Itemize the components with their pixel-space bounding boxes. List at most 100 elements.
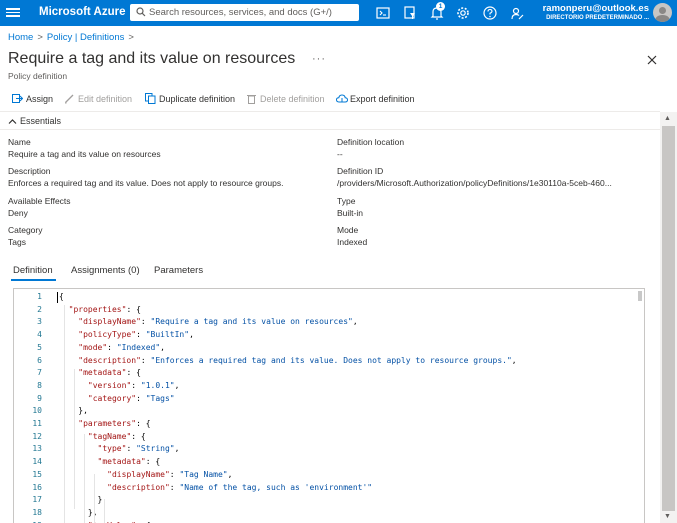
- edit-definition-label: Edit definition: [78, 94, 133, 104]
- more-options-button[interactable]: ···: [312, 53, 326, 65]
- line-number: 3: [37, 317, 42, 327]
- line-number: 16: [32, 482, 42, 492]
- code-line[interactable]: "displayName": "Tag Name",: [59, 470, 232, 479]
- field-label: Available Effects: [8, 196, 71, 206]
- indent-guide: [94, 474, 95, 523]
- page-scrollbar[interactable]: ▲ ▼: [660, 112, 677, 523]
- field-value: Tags: [8, 237, 26, 247]
- assign-icon: [12, 94, 23, 103]
- field-type: Type Built-in: [337, 196, 363, 218]
- user-email[interactable]: ramonperu@outlook.es: [543, 3, 649, 14]
- code-line[interactable]: "type": "String",: [59, 444, 180, 453]
- field-label: Type: [337, 196, 356, 206]
- code-line[interactable]: "parameters": {: [59, 419, 150, 428]
- top-bar: Microsoft Azure Search resources, servic…: [0, 0, 677, 26]
- line-number: 2: [37, 304, 42, 314]
- field-label: Definition ID: [337, 166, 384, 176]
- code-line[interactable]: "category": "Tags": [59, 394, 175, 403]
- feedback-icon[interactable]: [509, 5, 525, 21]
- indent-guide: [84, 434, 85, 523]
- line-number: 18: [32, 507, 42, 517]
- field-definition-id: Definition ID /providers/Microsoft.Autho…: [337, 166, 612, 188]
- field-description: Description Enforces a required tag and …: [8, 166, 283, 188]
- delete-trash-icon: [247, 95, 256, 104]
- active-tab-indicator: [11, 279, 56, 281]
- field-label: Description: [8, 166, 51, 176]
- code-line[interactable]: "policyType": "BuiltIn",: [59, 330, 194, 339]
- avatar[interactable]: [653, 3, 672, 22]
- export-definition-label: Export definition: [350, 94, 415, 104]
- user-directory[interactable]: DIRECTORIO PREDETERMINADO ...: [546, 15, 649, 21]
- code-line[interactable]: "description": "Enforces a required tag …: [59, 356, 516, 365]
- divider: [0, 129, 660, 130]
- tab-assignments[interactable]: Assignments (0): [71, 265, 140, 276]
- scrollbar-thumb[interactable]: [662, 126, 675, 511]
- field-value: Indexed: [337, 237, 368, 247]
- delete-definition-label: Delete definition: [260, 94, 325, 104]
- json-editor[interactable]: 1 {2 "properties": { 3 "displayName": "Req…: [13, 288, 645, 523]
- chevron-up-icon: [8, 119, 17, 124]
- code-line[interactable]: "description": "Name of the tag, such as…: [59, 483, 372, 492]
- line-number: 1: [37, 292, 42, 301]
- close-icon[interactable]: [645, 53, 659, 67]
- search-icon: [136, 7, 146, 17]
- code-line[interactable]: }: [59, 495, 103, 504]
- directory-filter-icon[interactable]: [402, 5, 418, 21]
- field-value: Built-in: [337, 208, 363, 218]
- field-mode: Mode Indexed: [337, 225, 367, 247]
- line-number: 4: [37, 330, 42, 340]
- line-number: 5: [37, 342, 42, 352]
- edit-pencil-icon: [65, 94, 74, 104]
- field-label: Mode: [337, 225, 359, 235]
- indent-guide: [64, 305, 65, 523]
- line-number: 10: [32, 406, 42, 416]
- code-line[interactable]: "displayName": "Require a tag and its va…: [59, 317, 357, 326]
- line-number: 9: [37, 393, 42, 403]
- settings-gear-icon[interactable]: [455, 5, 471, 21]
- code-line[interactable]: {: [59, 292, 64, 301]
- scroll-down-arrow-icon[interactable]: ▼: [664, 513, 671, 520]
- line-number: 7: [37, 368, 42, 378]
- tab-definition[interactable]: Definition: [13, 265, 53, 276]
- notification-badge: 1: [436, 2, 445, 11]
- search-input[interactable]: Search resources, services, and docs (G+…: [130, 4, 359, 21]
- field-definition-location: Definition location --: [337, 137, 404, 159]
- code-line[interactable]: "tagName": {: [59, 432, 146, 441]
- breadcrumb-policy-definitions[interactable]: Policy | Definitions: [47, 32, 124, 43]
- line-number: 8: [37, 380, 42, 390]
- help-icon[interactable]: [482, 5, 498, 21]
- menu-icon[interactable]: [6, 6, 20, 20]
- line-number: 12: [32, 431, 42, 441]
- page-subtitle: Policy definition: [8, 71, 68, 81]
- breadcrumb-home[interactable]: Home: [8, 32, 33, 43]
- field-value[interactable]: /providers/Microsoft.Authorization/polic…: [337, 178, 612, 188]
- editor-scroll-marker[interactable]: [638, 291, 642, 301]
- scroll-up-arrow-icon[interactable]: ▲: [664, 115, 671, 122]
- code-line[interactable]: "version": "1.0.1",: [59, 381, 180, 390]
- indent-guide: [104, 499, 105, 523]
- field-value: Deny: [8, 208, 28, 218]
- cloud-shell-icon[interactable]: [375, 5, 391, 21]
- code-line[interactable]: "properties": {: [59, 305, 141, 314]
- duplicate-definition-label: Duplicate definition: [159, 94, 236, 104]
- code-line[interactable]: "mode": "Indexed",: [59, 343, 165, 352]
- line-number: 14: [32, 457, 42, 467]
- cloud-export-icon: [336, 94, 348, 103]
- line-number: 6: [37, 355, 42, 365]
- breadcrumb-separator: >: [37, 32, 43, 43]
- field-label: Category: [8, 225, 43, 235]
- duplicate-icon: [145, 93, 156, 104]
- breadcrumb-separator: >: [128, 32, 134, 43]
- brand-title[interactable]: Microsoft Azure: [39, 6, 125, 18]
- essentials-header: Essentials: [20, 116, 62, 126]
- line-number: 15: [32, 469, 42, 479]
- line-number: 17: [32, 495, 42, 505]
- tab-parameters[interactable]: Parameters: [154, 265, 203, 276]
- field-label: Definition location: [337, 137, 405, 147]
- line-number: 13: [32, 444, 42, 454]
- search-placeholder: Search resources, services, and docs (G+…: [149, 7, 332, 18]
- field-name: Name Require a tag and its value on reso…: [8, 137, 161, 159]
- code-line[interactable]: "metadata": {: [59, 368, 141, 377]
- text-cursor: [57, 292, 58, 303]
- indent-guide: [74, 369, 75, 509]
